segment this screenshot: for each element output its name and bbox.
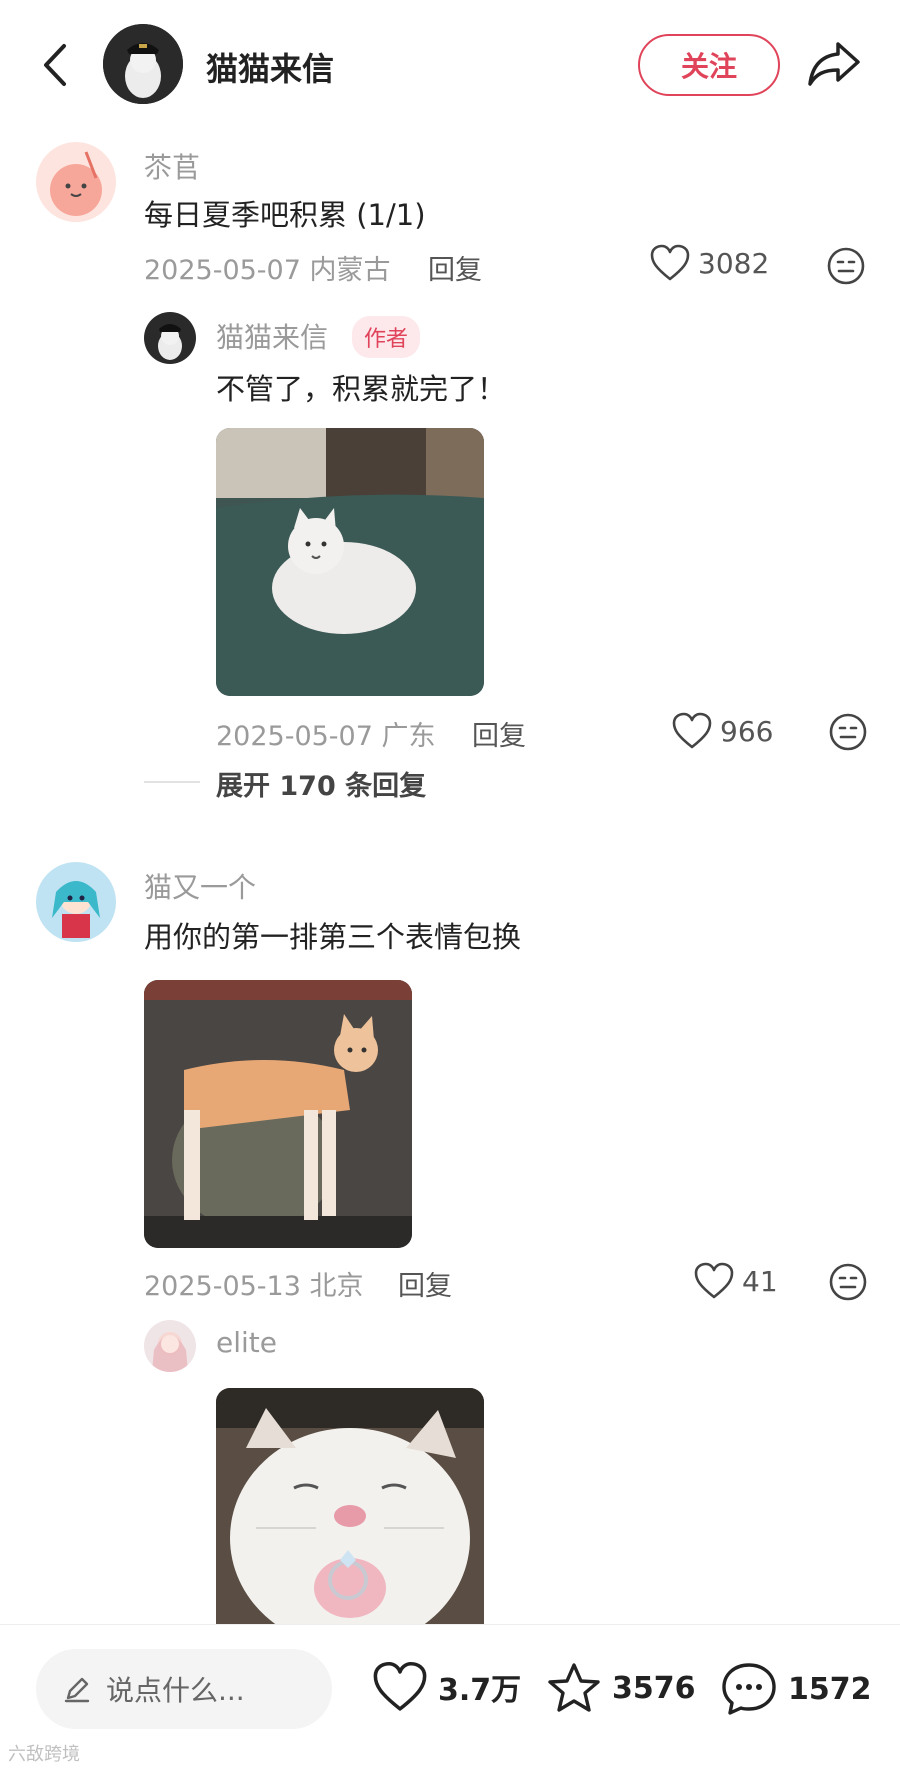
replier-name[interactable]: elite [216,1326,277,1359]
replier-avatar[interactable] [144,1320,196,1372]
comment-input-placeholder: 说点什么... [106,1674,245,1707]
watermark: 六敌跨境 [8,1744,80,1765]
like-count: 3082 [698,246,770,280]
author-avatar[interactable] [103,24,183,104]
post-favorite-count: 3576 [612,1670,696,1706]
expand-divider [144,781,200,783]
emoji-face-icon [829,1263,867,1301]
commenter-avatar[interactable] [36,142,116,222]
heart-icon [694,1262,734,1299]
commenter-name[interactable]: 苶苢 [144,146,200,186]
like-count: 41 [742,1264,778,1298]
top-bar: 猫猫来信 关注 [0,0,900,130]
reaction-button[interactable] [826,246,866,286]
reply-button[interactable]: 回复 [428,248,482,287]
reply-image-cat[interactable] [216,1388,484,1624]
like-button[interactable]: 3082 [650,244,769,282]
comment-date-location: 2025-05-13 北京 [144,1271,364,1302]
replier-avatar[interactable] [144,312,196,364]
emoji-face-icon [827,247,865,285]
post-comment-count: 1572 [788,1671,872,1707]
comment-text: 用你的第一排第三个表情包换 [144,920,522,954]
heart-icon [650,244,690,281]
heart-icon [373,1661,427,1711]
heart-icon [672,712,712,749]
reply-text: 不管了，积累就完了！ [216,372,507,406]
follow-button[interactable]: 关注 [638,34,780,96]
author-badge: 作者 [352,316,421,358]
reply-date-location: 2025-05-07 广东 [216,721,436,752]
commenter-name[interactable]: 猫又一个 [144,866,256,906]
like-button[interactable]: 41 [694,1262,778,1300]
post-like-count: 3.7万 [438,1673,522,1708]
comment-date-location: 2025-05-07 内蒙古 [144,255,391,286]
chat-bubble-icon [722,1663,776,1715]
like-button[interactable]: 966 [672,712,773,750]
favorite-post-button[interactable]: 3576 [546,1661,696,1715]
bottom-action-bar: 说点什么... 3.7万 3576 1572 [0,1624,900,1768]
reaction-button[interactable] [828,1262,868,1302]
star-icon [548,1663,600,1712]
emoji-face-icon [829,713,867,751]
author-name[interactable]: 猫猫来信 [206,44,334,90]
comment-text: 每日夏季吧积累 (1/1) [144,198,426,232]
reply-image-cat[interactable] [216,428,484,696]
replier-name[interactable]: 猫猫来信 [216,316,328,356]
back-button[interactable] [36,40,76,90]
reply-button[interactable]: 回复 [472,714,526,753]
commenter-avatar[interactable] [36,862,116,942]
comment-post-button[interactable]: 1572 [720,1661,872,1717]
reply-button[interactable]: 回复 [398,1264,452,1303]
comment-image-cat[interactable] [144,980,412,1248]
share-icon [808,42,860,86]
comment-input[interactable]: 说点什么... [36,1649,332,1729]
reaction-button[interactable] [828,712,868,752]
like-count: 966 [720,714,774,748]
expand-replies-button[interactable]: 展开 170 条回复 [216,764,426,803]
share-button[interactable] [806,38,862,90]
pencil-icon [64,1677,90,1703]
like-post-button[interactable]: 3.7万 [372,1661,521,1713]
chevron-left-icon [44,44,66,86]
